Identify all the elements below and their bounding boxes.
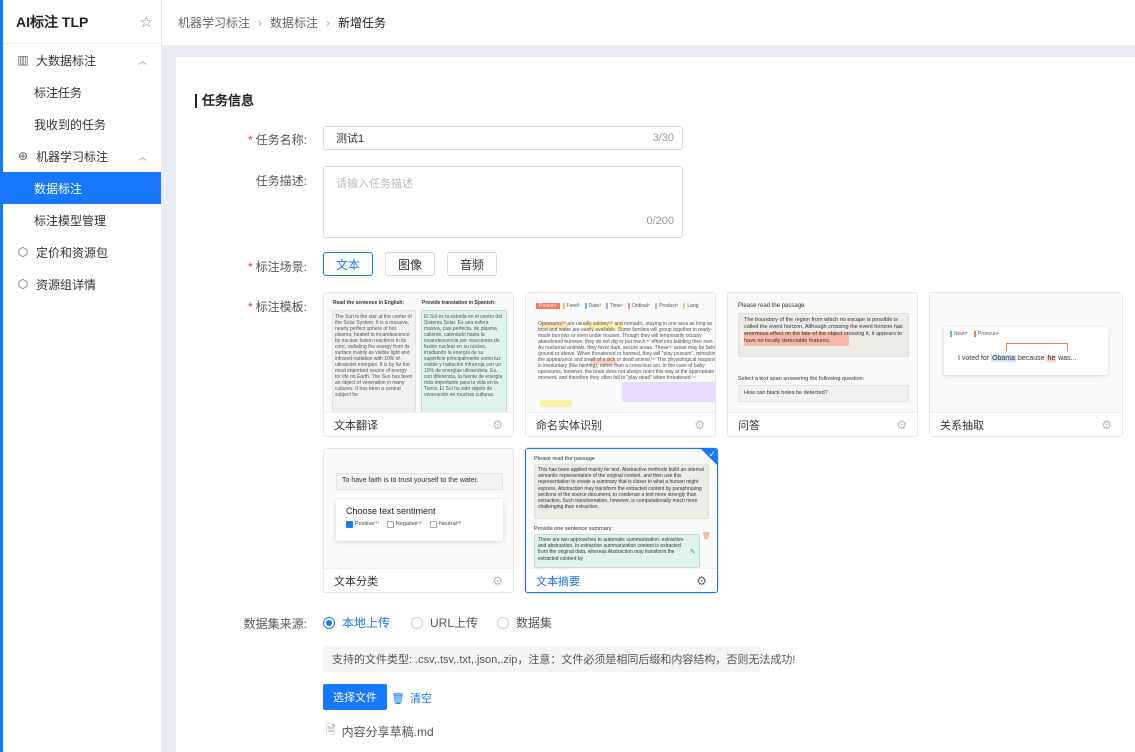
columns-icon: ▥ [17,53,29,67]
source-url-radio[interactable]: URL上传 [411,614,478,631]
translation-preview: Read the sentence in English: Provide tr… [324,293,513,412]
trash-icon: 🗑 [391,692,405,705]
file-icon: 🗎 [326,723,336,737]
pencil-icon: ✎ [690,549,696,556]
gear-icon[interactable]: ⚙ [1101,418,1112,432]
menu-group-ml[interactable]: ⊕ 机器学习标注 ︿ [0,140,161,172]
chevron-right-icon: › [258,15,263,30]
menu-group-pricing[interactable]: ⬡ 定价和资源包 [0,236,161,268]
chevron-up-icon: ︿ [137,151,147,162]
gear-icon[interactable]: ⚙ [492,574,503,588]
gear-icon[interactable]: ⚙ [492,418,503,432]
scene-label: * 标注场景: [247,260,307,274]
scene-audio-button[interactable]: 音频 [447,252,497,276]
sidebar-item-model-management[interactable]: 标注模型管理 [0,204,161,236]
breadcrumb-current: 新增任务 [338,16,387,30]
relation-preview: Noun¹ Pronoun² I voted for Obama because… [930,293,1122,412]
trash-icon: 🗑 [702,533,711,540]
source-local-radio[interactable]: 本地上传 [323,614,390,631]
menu-group-bigdata[interactable]: ▥ 大数据标注 ︿ [0,44,161,76]
template-card-summary[interactable]: Please read the passage This has been ap… [525,448,718,593]
task-name-input[interactable]: 测试1 3/30 [323,126,683,150]
chevron-up-icon: ︿ [137,55,147,66]
select-file-button[interactable]: 选择文件 [323,684,387,710]
breadcrumb: 机器学习标注 › 数据标注 › 新增任务 [162,0,1135,46]
summary-preview: Please read the passage This has been ap… [526,449,717,568]
brand-bar: AI标注 TLP ☆ [0,0,161,44]
template-card-classification[interactable]: To have faith is to trust yourself to th… [323,448,514,593]
crosshair-icon: ⊕ [17,149,29,163]
selected-check-icon: ✓ [701,449,717,465]
breadcrumb-data-annotation[interactable]: 数据标注 [270,14,318,31]
scene-text-button[interactable]: 文本 [323,252,373,276]
task-desc-textarea[interactable]: 请输入任务描述 0/200 [323,166,683,238]
sidebar-item-received-tasks[interactable]: 我收到的任务 [0,108,161,140]
sidebar-item-data-annotation[interactable]: 数据标注 [0,172,161,204]
source-dataset-radio[interactable]: 数据集 [497,614,552,631]
task-name-counter: 3/30 [652,132,674,144]
breadcrumb-ml[interactable]: 机器学习标注 [178,14,250,31]
cube-icon: ⬡ [17,245,29,259]
menu-group-resources[interactable]: ⬡ 资源组详情 [0,268,161,300]
chevron-right-icon: › [326,15,331,30]
checkbox-icon [386,521,394,528]
task-desc-label: 任务描述: [255,174,307,188]
app-title: AI标注 TLP [16,13,89,30]
classification-preview: To have faith is to trust yourself to th… [324,449,513,568]
source-label: 数据集来源: [243,617,307,631]
clear-button[interactable]: 🗑 清空 [391,690,432,706]
file-type-hint: 支持的文件类型: .csv,.tsv,.txt,.json,.zip，注意：文件… [323,646,795,672]
scene-image-button[interactable]: 图像 [385,252,435,276]
template-card-qa[interactable]: Please read the passage The boundary of … [727,292,918,437]
uploaded-file[interactable]: 🗎 内容分享草稿.md [326,721,434,742]
section-title: 任务信息 [195,94,254,108]
template-card-translation[interactable]: Read the sentence in English: Provide tr… [323,292,514,437]
checkbox-icon [430,521,438,528]
template-card-ner[interactable]: Person¹ Food² Date³ Time⁴ Ordinal⁵ Produ… [525,292,716,437]
template-label: * 标注模板: [247,300,307,314]
gear-icon[interactable]: ⚙ [694,418,705,432]
ner-preview: Person¹ Food² Date³ Time⁴ Ordinal⁵ Produ… [526,293,715,412]
star-icon[interactable]: ☆ [140,13,153,31]
qa-preview: Please read the passage The boundary of … [728,293,917,412]
gear-icon[interactable]: ⚙ [896,418,907,432]
task-desc-counter: 0/200 [646,215,674,227]
gear-icon[interactable]: ⚙ [696,574,707,588]
template-card-relation[interactable]: Noun¹ Pronoun² I voted for Obama because… [929,292,1123,437]
task-desc-placeholder: 请输入任务描述 [336,178,413,190]
sidebar: AI标注 TLP ☆ ▥ 大数据标注 ︿ 标注任务 我收到的任务 ⊕ 机器学习标… [0,0,162,752]
sidebar-item-tasks[interactable]: 标注任务 [0,76,161,108]
checkbox-checked-icon [346,521,353,528]
task-name-label: * 任务名称: [247,133,307,147]
sidebar-accent-bar [0,0,3,752]
cube-icon: ⬡ [17,277,29,291]
